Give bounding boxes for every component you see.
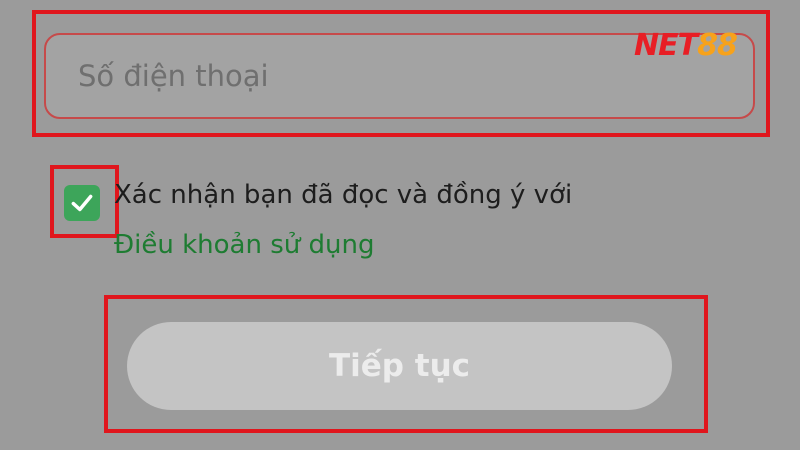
brand-logo: NET88 — [634, 28, 738, 63]
login-screen: Xác nhận bạn đã đọc và đồng ý với Điều k… — [0, 0, 800, 450]
phone-input[interactable] — [76, 58, 723, 94]
agree-label: Xác nhận bạn đã đọc và đồng ý với — [114, 180, 573, 210]
check-icon — [71, 194, 93, 212]
terms-link[interactable]: Điều khoản sử dụng — [114, 230, 374, 260]
logo-text-net: NET — [634, 28, 698, 63]
logo-text-88: 88 — [697, 28, 738, 63]
agree-checkbox[interactable] — [64, 185, 100, 221]
continue-button[interactable]: Tiếp tục — [127, 322, 672, 410]
